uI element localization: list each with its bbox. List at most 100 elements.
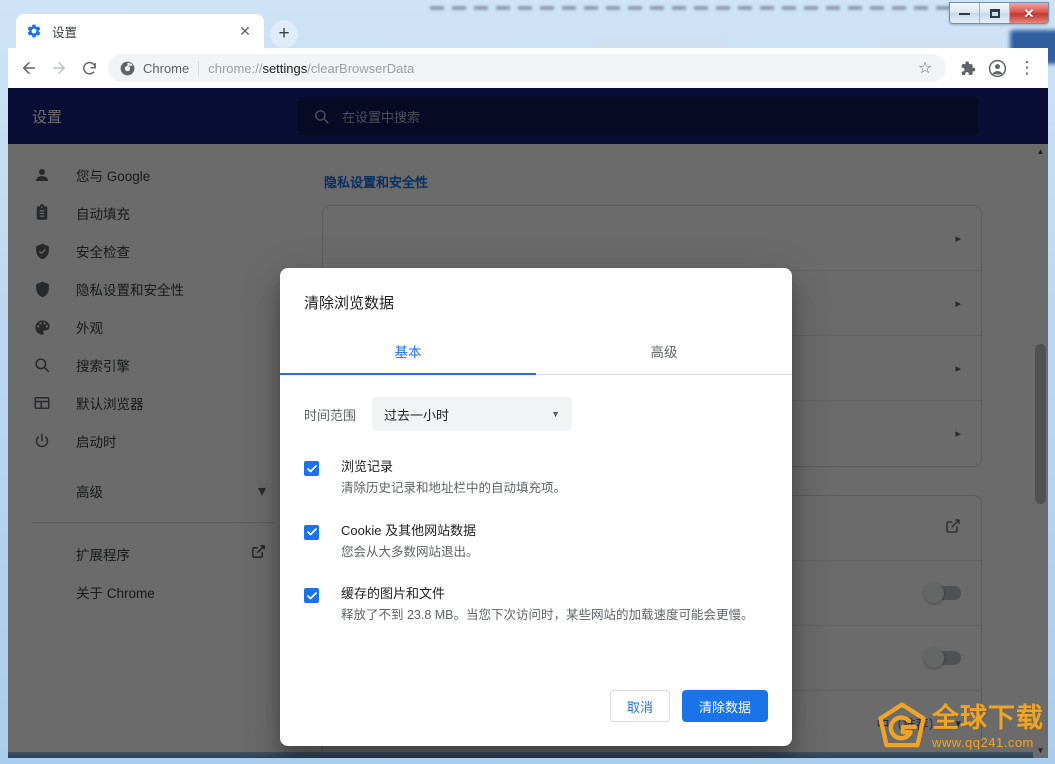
tab-basic[interactable]: 基本 [280,329,536,374]
check-icon [306,463,318,475]
check-icon [306,590,318,602]
sidebar-item-advanced[interactable]: 高级 ▾ [8,472,298,510]
sidebar-item-safety-check[interactable]: 安全检查 [8,232,298,270]
sidebar-item-label: 扩展程序 [76,544,130,564]
tab-strip: 设置 ✕ + [8,8,1048,48]
sidebar-item-appearance[interactable]: 外观 [8,308,298,346]
chevron-down-icon: ▾ [258,481,266,501]
sidebar-item-label: 启动时 [76,431,117,451]
browser-tab-settings[interactable]: 设置 ✕ [16,14,264,48]
url-text: chrome://settings/clearBrowserData [208,61,414,76]
option-description: 释放了不到 23.8 MB。当您下次访问时，某些网站的加载速度可能会更慢。 [341,606,754,625]
option-text: 缓存的图片和文件 释放了不到 23.8 MB。当您下次访问时，某些网站的加载速度… [341,584,754,626]
sidebar-item-label: 您与 Google [76,165,150,185]
browser-icon [32,393,52,413]
time-range-value: 过去一小时 [384,405,551,424]
chrome-menu-button[interactable]: ⋮ [1012,53,1042,83]
sidebar-item-label: 默认浏览器 [76,393,144,413]
content-scrollbar[interactable]: ▲ ▼ [1033,144,1048,758]
chevron-right-icon: ▸ [955,362,961,375]
option-browsing-history[interactable]: 浏览记录 清除历史记录和地址栏中的自动填充项。 [304,457,768,499]
dialog-body: 时间范围 过去一小时 ▼ 浏览记录 清除历史记录和地址栏中的自动填充项。 [280,375,792,690]
sidebar-item-label: 安全检查 [76,241,130,261]
scheme-label: Chrome [143,61,189,76]
watermark: 全球下载 www.qq241.com [876,702,1044,752]
check-icon [306,526,318,538]
tab-active-indicator [280,373,536,375]
back-arrow-icon [20,59,38,77]
tab-title: 设置 [52,22,236,41]
close-tab-button[interactable]: ✕ [236,22,254,40]
omnibox-divider [198,61,199,76]
checkbox-checked[interactable] [304,588,319,603]
scroll-up-button[interactable]: ▲ [1033,144,1048,159]
watermark-url: www.qq241.com [932,735,1044,750]
clear-browsing-data-dialog: 清除浏览数据 基本 高级 时间范围 过去一小时 ▼ [280,268,792,746]
sidebar-item-label: 搜索引擎 [76,355,130,375]
external-link-icon[interactable] [945,518,961,539]
sidebar-item-on-startup[interactable]: 启动时 [8,422,298,460]
browser-toolbar: Chrome chrome://settings/clearBrowserDat… [8,48,1048,88]
window-bottom-edge [8,752,1048,758]
toggle-switch[interactable] [927,651,961,665]
gear-icon [26,23,42,39]
sidebar-item-extensions[interactable]: 扩展程序 [8,535,298,573]
forward-button[interactable] [44,53,74,83]
settings-sidebar: 您与 Google 自动填充 安全检查 隐私设置和安全性 [8,144,298,758]
option-cookies[interactable]: Cookie 及其他网站数据 您会从大多数网站退出。 [304,521,768,563]
section-title: 隐私设置和安全性 [324,172,982,191]
dialog-actions: 取消 清除数据 [280,690,792,746]
puzzle-icon [959,60,976,77]
account-icon [988,59,1007,78]
address-bar[interactable]: Chrome chrome://settings/clearBrowserDat… [108,54,946,82]
sidebar-item-autofill[interactable]: 自动填充 [8,194,298,232]
time-range-select[interactable]: 过去一小时 ▼ [372,397,572,431]
settings-search-box[interactable]: 在设置中搜索 [298,97,978,135]
new-tab-button[interactable]: + [270,20,298,48]
checkbox-checked[interactable] [304,461,319,476]
option-title: 缓存的图片和文件 [341,584,754,604]
shield-check-icon [32,241,52,261]
sidebar-item-privacy-security[interactable]: 隐私设置和安全性 [8,270,298,308]
option-title: Cookie 及其他网站数据 [341,521,479,541]
tab-advanced[interactable]: 高级 [536,329,792,374]
watermark-title: 全球下载 [932,705,1044,732]
option-cached-files[interactable]: 缓存的图片和文件 释放了不到 23.8 MB。当您下次访问时，某些网站的加载速度… [304,584,768,626]
settings-brand: 设置 [8,106,298,127]
checkbox-checked[interactable] [304,525,319,540]
option-title: 浏览记录 [341,457,566,477]
bookmark-star-icon[interactable]: ☆ [912,55,938,81]
clear-data-button[interactable]: 清除数据 [682,690,768,722]
chevron-down-icon: ▼ [551,409,560,419]
forward-arrow-icon [50,59,68,77]
sidebar-item-label: 外观 [76,317,103,337]
clipboard-icon [32,203,52,223]
scrollbar-thumb[interactable] [1035,344,1046,504]
option-text: Cookie 及其他网站数据 您会从大多数网站退出。 [341,521,479,563]
time-range-label: 时间范围 [304,405,356,424]
power-icon [32,431,52,451]
external-link-icon [251,544,266,564]
settings-search-placeholder: 在设置中搜索 [342,107,420,126]
sidebar-item-search-engine[interactable]: 搜索引擎 [8,346,298,384]
table-row[interactable]: ▸ [323,206,981,271]
watermark-text: 全球下载 www.qq241.com [932,705,1044,750]
sidebar-item-default-browser[interactable]: 默认浏览器 [8,384,298,422]
search-icon [312,107,330,125]
profile-button[interactable] [982,53,1012,83]
settings-page: 设置 在设置中搜索 您与 Google [8,88,1048,758]
option-description: 清除历史记录和地址栏中的自动填充项。 [341,479,566,498]
extensions-button[interactable] [952,53,982,83]
chrome-browser-window: 设置 ✕ + [8,8,1048,758]
back-button[interactable] [14,53,44,83]
chevron-right-icon: ▸ [955,427,961,440]
sidebar-divider [32,522,274,523]
sidebar-item-you-and-google[interactable]: 您与 Google [8,156,298,194]
reload-button[interactable] [74,53,104,83]
cancel-button[interactable]: 取消 [610,690,670,722]
dialog-title: 清除浏览数据 [280,268,792,329]
toggle-switch[interactable] [927,586,961,600]
sidebar-item-label: 隐私设置和安全性 [76,279,184,299]
sidebar-item-about-chrome[interactable]: 关于 Chrome [8,573,298,611]
chevron-right-icon: ▸ [955,297,961,310]
